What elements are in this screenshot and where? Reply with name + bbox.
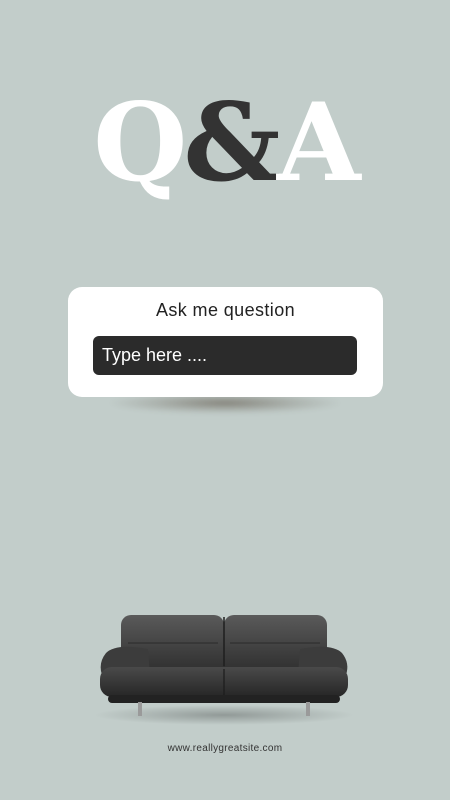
title-q: Q [93, 80, 187, 206]
question-prompt: Ask me question [155, 300, 296, 320]
sofa-image [94, 615, 354, 725]
page-title: Q&A [0, 78, 450, 208]
title-a: A [276, 80, 361, 206]
title-ampersand: & [183, 80, 280, 206]
website-link[interactable]: www.reallygreatsite.com [0, 743, 450, 754]
question-input[interactable]: Type here .... [93, 336, 357, 375]
question-card: Ask me question Type here .... [68, 287, 383, 397]
